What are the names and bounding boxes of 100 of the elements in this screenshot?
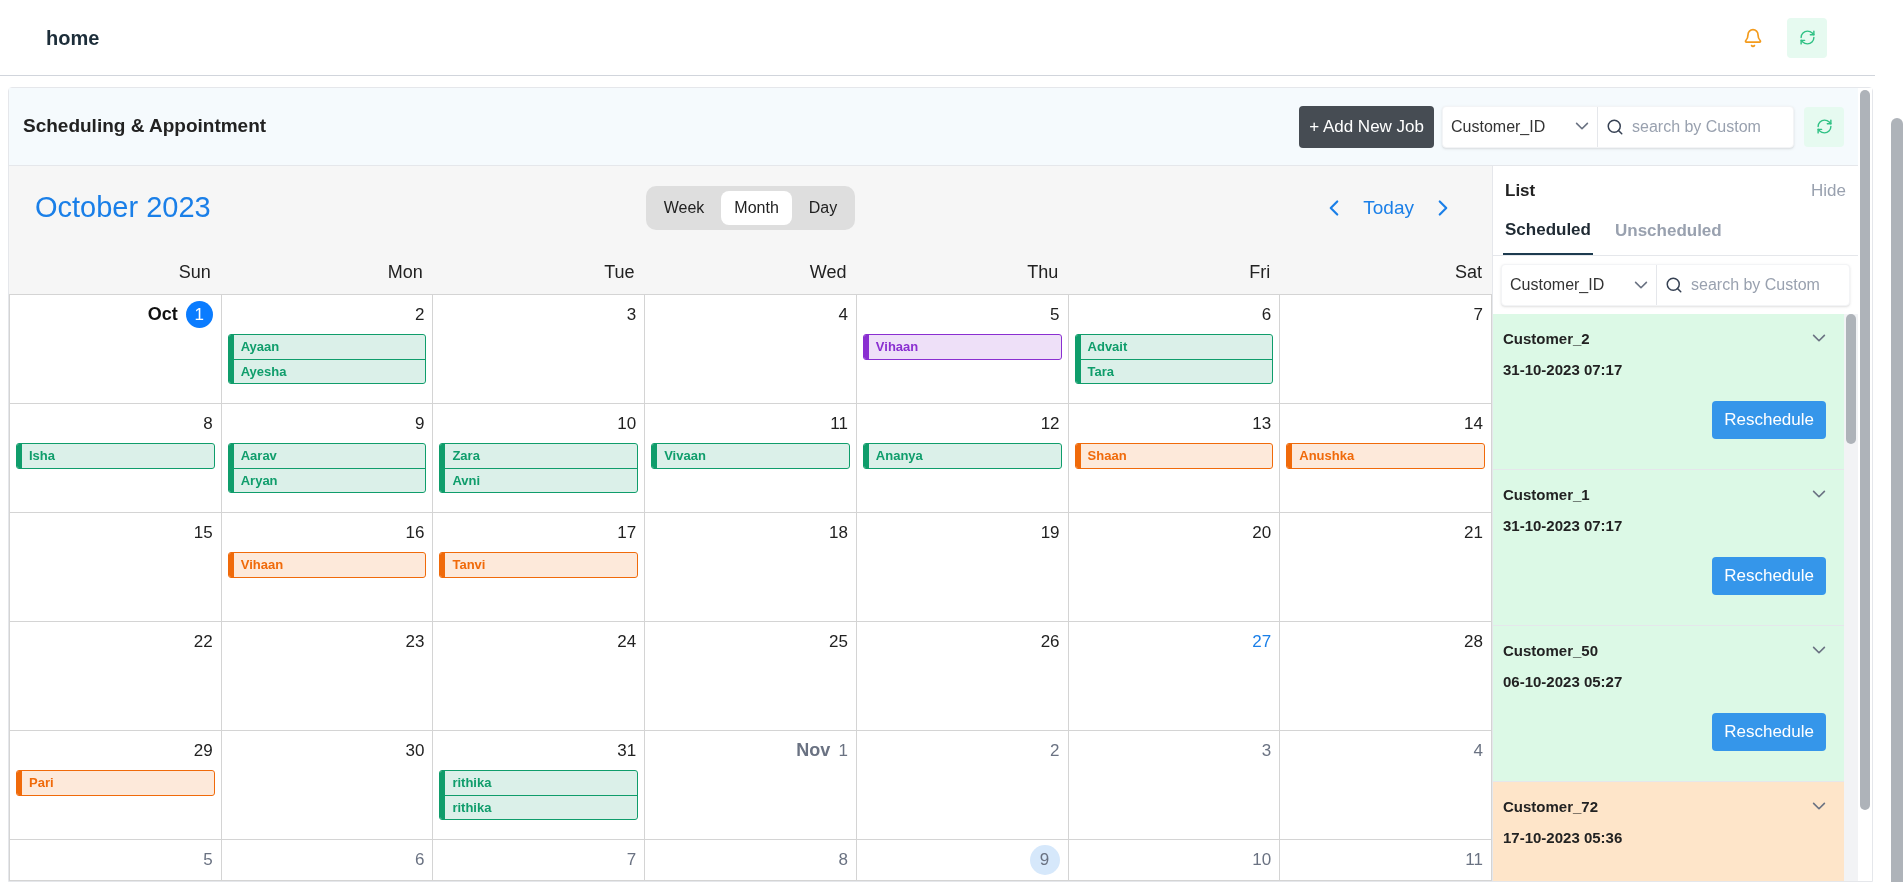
search-icon (1606, 117, 1624, 136)
day-number: 4 (1473, 739, 1483, 762)
day-number: 18 (828, 521, 848, 544)
day-cell[interactable]: 18 (645, 513, 857, 622)
day-number: 6 (414, 848, 425, 871)
day-cell[interactable]: 4 (645, 295, 857, 404)
day-number: 1 (185, 301, 213, 328)
day-number: 4 (838, 303, 848, 326)
customer-name: Customer_72 (1503, 797, 1599, 817)
day-cell[interactable]: 15 (10, 513, 222, 622)
day-cell[interactable]: 2 (856, 731, 1069, 840)
day-number: 8 (203, 412, 213, 435)
add-job-button[interactable]: + Add New Job (1299, 105, 1434, 148)
day-number: 6 (1261, 303, 1272, 326)
day-number: 10 (1252, 848, 1272, 871)
event-chip[interactable]: Vihaan (863, 335, 1061, 359)
day-number: 19 (1040, 521, 1060, 544)
day-cell[interactable]: 10 (1068, 840, 1281, 881)
day-cell[interactable]: 4 (1280, 731, 1492, 840)
day-number: 26 (1040, 630, 1060, 653)
day-cell[interactable]: 28 (1280, 622, 1492, 731)
day-cell[interactable]: 5 Vihaan (856, 295, 1069, 404)
day-cell[interactable]: 24 (433, 622, 646, 731)
day-number: 7 (1473, 303, 1483, 326)
day-cell[interactable]: 6 (221, 840, 434, 881)
day-cell[interactable]: 11 Vivaan (645, 404, 857, 513)
view-tab[interactable]: Day (795, 191, 851, 225)
refresh-icon (1815, 118, 1833, 135)
notification-bell-icon[interactable] (1743, 27, 1763, 48)
day-number: 11 (830, 412, 848, 435)
search-field[interactable]: search by Custom (1691, 273, 1841, 297)
day-cell[interactable]: 8 Isha (10, 404, 222, 513)
weekday-header: Tue (604, 260, 635, 284)
day-cell[interactable]: 21 (1280, 513, 1492, 622)
day-number: 1 (838, 739, 848, 762)
day-cell[interactable]: 9 (856, 840, 1069, 881)
weekday-header: Thu (1027, 260, 1059, 284)
view-tab[interactable]: Month (721, 191, 792, 225)
appointment-datetime: 31-10-2023 07:17 (1503, 359, 1624, 380)
day-number: 5 (203, 848, 213, 871)
day-number: 20 (1252, 521, 1272, 544)
day-cell[interactable]: 26 (856, 622, 1069, 731)
filter-select[interactable]: Customer_ID (1443, 106, 1598, 147)
day-cell[interactable]: 11 (1280, 840, 1492, 881)
day-cell[interactable]: 19 (856, 513, 1069, 622)
day-cell[interactable]: 22 (10, 622, 222, 731)
chevron-down-icon (1634, 280, 1648, 290)
day-cell[interactable]: 16 Vihaan (221, 513, 434, 622)
day-cell[interactable]: 5 (10, 840, 222, 881)
expand-chevron-icon[interactable] (1812, 802, 1826, 811)
refresh-button[interactable] (1804, 106, 1844, 147)
day-cell[interactable]: 14 Anushka (1280, 404, 1492, 513)
expand-chevron-icon[interactable] (1812, 646, 1826, 655)
day-cell[interactable]: 17 Tanvi (433, 513, 646, 622)
day-cell[interactable]: 12 Ananya (856, 404, 1069, 513)
day-cell[interactable]: 3 (433, 295, 646, 404)
page-scrollbar[interactable] (1891, 118, 1903, 882)
weekday-header: Wed (809, 260, 847, 284)
day-number: 9 (414, 412, 425, 435)
day-number: 16 (405, 521, 425, 544)
card-scrollbar[interactable] (1860, 90, 1870, 810)
day-cell[interactable]: 23 (221, 622, 434, 731)
today-button[interactable]: Today (1363, 193, 1414, 223)
day-cell[interactable]: 13 Shaan (1068, 404, 1281, 513)
filter-select[interactable]: Customer_ID (1502, 265, 1657, 305)
refresh-button[interactable] (1787, 17, 1827, 58)
day-number: 28 (1464, 630, 1483, 653)
expand-chevron-icon[interactable] (1812, 490, 1826, 499)
day-cell[interactable]: 7 (433, 840, 646, 881)
day-number: 15 (193, 521, 213, 544)
day-number: 14 (1464, 412, 1483, 435)
appointment-card[interactable]: Customer_50 06-10-2023 05:27 Reschedule (1493, 626, 1844, 782)
day-number: 12 (1040, 412, 1060, 435)
appointment-datetime: 17-10-2023 05:36 (1503, 827, 1624, 848)
day-number: 3 (626, 303, 637, 326)
day-cell[interactable]: 30 (221, 731, 434, 840)
day-number: 23 (405, 630, 425, 653)
appointment-card[interactable]: Customer_1 31-10-2023 07:17 Reschedule (1493, 470, 1844, 626)
day-number: 3 (1261, 739, 1272, 762)
page-title: home (46, 25, 100, 51)
appointment-card[interactable]: Customer_2 31-10-2023 07:17 Reschedule (1493, 314, 1844, 470)
month-title: October 2023 (35, 190, 212, 226)
day-cell[interactable]: 27 (1068, 622, 1281, 731)
day-cell[interactable]: 29 Pari (10, 731, 222, 840)
list-scrollbar[interactable] (1846, 314, 1856, 444)
appointment-card[interactable]: Customer_72 17-10-2023 05:36 (1493, 782, 1844, 881)
panel-title: List (1505, 180, 1536, 203)
weekday-header: Sun (178, 260, 211, 284)
day-cell[interactable]: 25 (645, 622, 857, 731)
day-cell[interactable]: Oct 1 (10, 295, 222, 404)
day-cell[interactable]: 20 (1068, 513, 1281, 622)
list-tab[interactable]: Scheduled (1503, 207, 1593, 255)
day-cell[interactable]: 8 (645, 840, 857, 881)
day-cell[interactable]: 7 (1280, 295, 1492, 404)
expand-chevron-icon[interactable] (1812, 334, 1826, 343)
day-number: 7 (626, 848, 637, 871)
day-cell[interactable]: 3 (1068, 731, 1281, 840)
view-tab[interactable]: Week (650, 191, 718, 225)
day-cell[interactable]: Nov 1 (645, 731, 857, 840)
search-field[interactable]: search by Custom (1632, 114, 1785, 139)
